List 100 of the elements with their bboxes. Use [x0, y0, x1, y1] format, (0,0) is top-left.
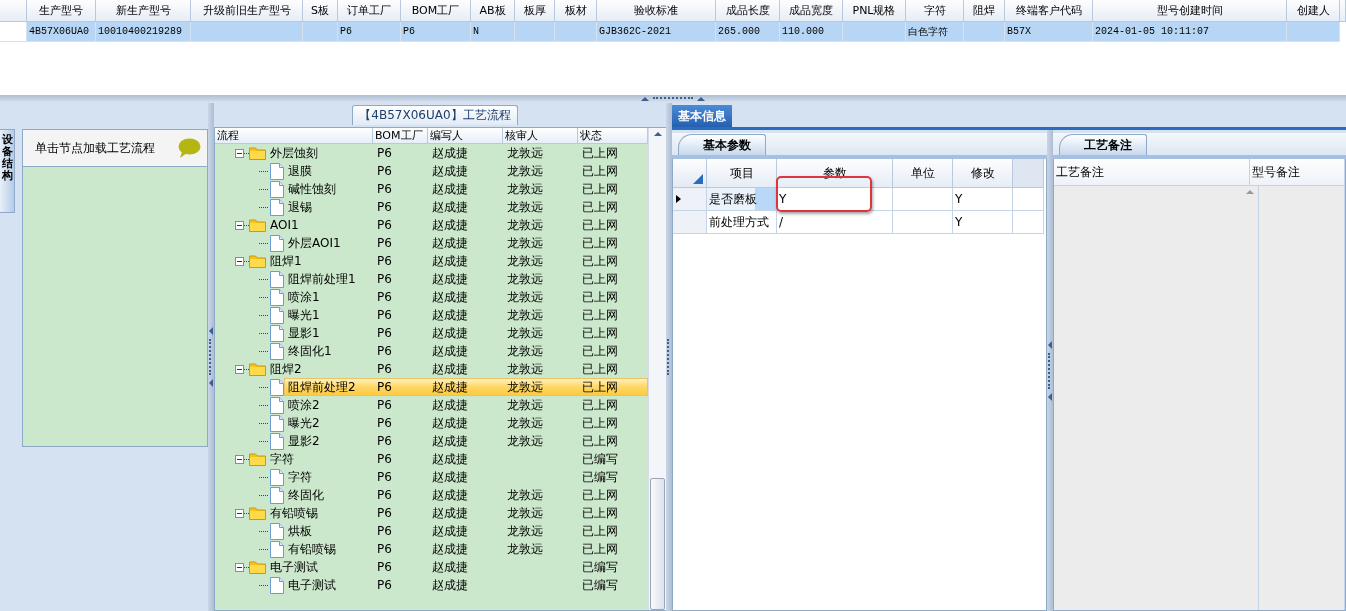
tree-node[interactable]: 阻焊2	[266, 360, 308, 378]
tree-cell: 龙敦远	[507, 523, 543, 538]
tree-node[interactable]: 退锡	[284, 198, 373, 216]
column-header[interactable]: 项目	[707, 159, 777, 188]
tree-node[interactable]: 退膜	[284, 162, 373, 180]
tree-node[interactable]: 终固化	[284, 486, 373, 504]
table-cell: /	[777, 211, 893, 234]
column-header[interactable]: PNL规格	[843, 0, 906, 22]
grid-corner	[0, 0, 27, 22]
tree-node[interactable]: 阻焊前处理2	[284, 378, 373, 396]
collapse-icon[interactable]	[235, 562, 244, 572]
tree-cell: 赵成捷	[432, 577, 468, 592]
folder-icon	[249, 452, 266, 466]
table-cell: 白色字符	[906, 22, 964, 42]
column-header[interactable]: 成品宽度	[780, 0, 843, 22]
column-header[interactable]: 核审人	[503, 128, 578, 144]
splitter-arrow-icon[interactable]	[697, 97, 705, 101]
tree-node[interactable]: 显影1	[284, 324, 373, 342]
table-cell	[555, 22, 597, 42]
column-header[interactable]: 流程	[215, 128, 373, 144]
column-header[interactable]: 修改	[953, 159, 1013, 188]
column-header[interactable]: S板	[303, 0, 338, 22]
column-header[interactable]: 阻焊	[964, 0, 1005, 22]
tree-cell: 已上网	[582, 397, 618, 412]
tree-node[interactable]: 电子测试	[284, 576, 373, 594]
document-icon	[270, 234, 284, 252]
collapse-icon[interactable]	[235, 508, 244, 518]
side-tab[interactable]: 设备结构	[0, 129, 15, 213]
column-header[interactable]: 成品长度	[716, 0, 780, 22]
collapse-icon[interactable]	[235, 364, 244, 374]
tree-cell: 赵成捷	[432, 415, 468, 430]
column-header[interactable]: 型号备注	[1250, 159, 1345, 186]
column-header[interactable]: 板厚	[515, 0, 555, 22]
column-header[interactable]: 终端客户代码	[1005, 0, 1093, 22]
empty-column-header	[1340, 0, 1346, 22]
row-header[interactable]	[673, 188, 707, 211]
tree-node[interactable]: 碱性蚀刻	[284, 180, 373, 198]
document-icon	[270, 378, 284, 396]
collapse-icon[interactable]	[235, 454, 244, 464]
column-header[interactable]: 生产型号	[27, 0, 96, 22]
column-header[interactable]: 状态	[578, 128, 648, 144]
tree-node[interactable]: 烘板	[284, 522, 373, 540]
tree-cell: 赵成捷	[432, 469, 468, 484]
tree-node[interactable]: 有铅喷锡	[284, 540, 373, 558]
column-header[interactable]: 订单工厂	[338, 0, 401, 22]
tab[interactable]: 工艺备注	[1059, 134, 1147, 155]
tree-node[interactable]: 曝光1	[284, 306, 373, 324]
column-header[interactable]: 型号创建时间	[1093, 0, 1287, 22]
tree-node[interactable]: 阻焊前处理1	[284, 270, 373, 288]
splitter-arrow-icon[interactable]	[641, 97, 649, 101]
column-header[interactable]: AB板	[471, 0, 515, 22]
tree-cell: 龙敦远	[507, 325, 543, 340]
tree-cell: 龙敦远	[507, 289, 543, 304]
tree-node[interactable]: 外层蚀刻	[266, 144, 324, 162]
tree-node[interactable]: 终固化1	[284, 342, 373, 360]
collapse-icon[interactable]	[235, 148, 244, 158]
tree-cell: 赵成捷	[432, 289, 468, 304]
tree-cell: P6	[377, 146, 392, 160]
column-header[interactable]: 工艺备注	[1054, 159, 1250, 186]
column-header[interactable]: 字符	[906, 0, 964, 22]
tree-cell: P6	[377, 380, 392, 394]
grid-corner[interactable]	[673, 159, 707, 188]
tree-cell: 已上网	[582, 289, 618, 304]
tab[interactable]: 基本参数	[678, 134, 766, 155]
column-header[interactable]: 创建人	[1287, 0, 1340, 22]
document-icon	[270, 288, 284, 306]
column-header[interactable]: BOM工厂	[401, 0, 471, 22]
column-header[interactable]: 验收标准	[597, 0, 716, 22]
tree-node[interactable]: 喷涂1	[284, 288, 373, 306]
column-header[interactable]: 编写人	[428, 128, 503, 144]
tree-cell: 已上网	[582, 253, 618, 268]
tree-cell: P6	[377, 308, 392, 322]
selected-row-highlight[interactable]: 阻焊前处理2 P6 赵成捷 龙敦远 已上网	[284, 378, 648, 396]
table-cell: 4B57X06UA0	[27, 22, 96, 42]
column-header[interactable]: 新生产型号	[96, 0, 191, 22]
scrollbar[interactable]	[648, 128, 666, 610]
tree-node[interactable]: 阻焊1	[266, 252, 308, 270]
scroll-up-icon[interactable]	[1246, 190, 1254, 194]
tree-node[interactable]: 电子测试	[266, 558, 324, 576]
tree-cell: P6	[377, 542, 392, 556]
tree-node[interactable]: 曝光2	[284, 414, 373, 432]
column-header[interactable]: BOM工厂	[373, 128, 428, 144]
tab[interactable]: 基本信息	[672, 105, 732, 127]
tree-cell: P6	[377, 272, 392, 286]
tree-node[interactable]: 字符	[266, 450, 300, 468]
tree-node[interactable]: 字符	[284, 468, 373, 486]
collapse-icon[interactable]	[235, 220, 244, 230]
tree-cell: 赵成捷	[432, 433, 468, 448]
column-header[interactable]: 单位	[893, 159, 953, 188]
tree-cell: 龙敦远	[507, 541, 543, 556]
tree-node[interactable]: 显影2	[284, 432, 373, 450]
collapse-icon[interactable]	[235, 256, 244, 266]
column-header[interactable]: 升级前旧生产型号	[191, 0, 303, 22]
tree-node[interactable]: 有铅喷锡	[266, 504, 324, 522]
tree-node[interactable]: 外层AOI1	[284, 234, 373, 252]
tree-node[interactable]: 喷涂2	[284, 396, 373, 414]
tree-cell: 赵成捷	[432, 505, 468, 520]
column-header[interactable]: 板材	[555, 0, 597, 22]
table-cell: P6	[401, 22, 471, 42]
tree-node[interactable]: AOI1	[266, 218, 305, 232]
